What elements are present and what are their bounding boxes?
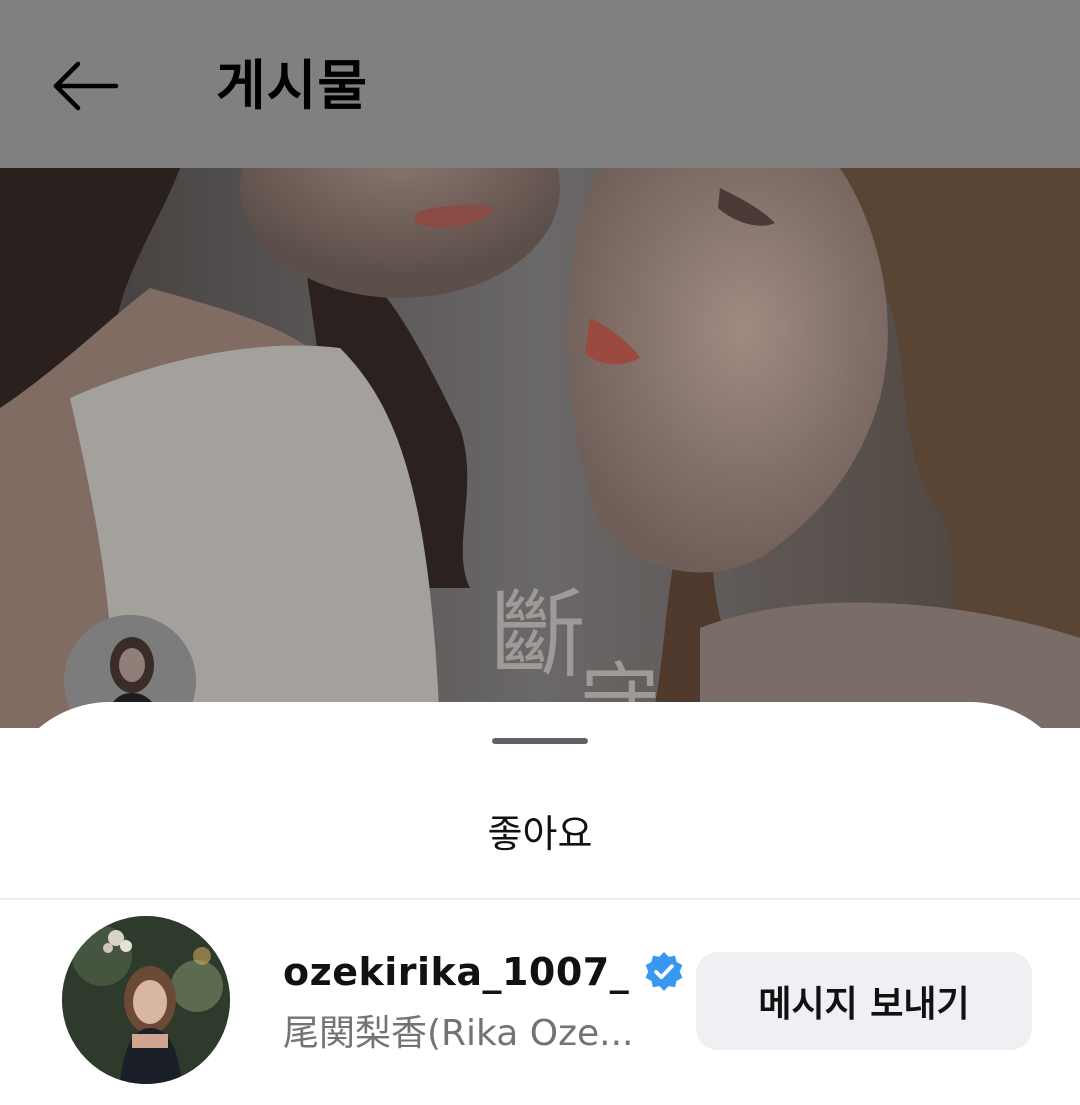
username-line: ozekirika_1007_ [283, 948, 685, 996]
overlay-title-text: 斷 [490, 579, 586, 691]
list-item[interactable]: ozekirika_1007_ 尾関梨香(Rika Oze... 메시지 보내기 [0, 916, 1080, 1086]
top-bar: 게시물 [0, 0, 1080, 168]
back-button[interactable] [40, 50, 130, 122]
arrow-left-icon [53, 61, 119, 111]
sheet-title: 좋아요 [487, 812, 593, 856]
username[interactable]: ozekirika_1007_ [283, 950, 629, 994]
full-name: 尾関梨香(Rika Oze... [283, 1013, 634, 1054]
page-title: 게시물 [216, 54, 369, 117]
avatar[interactable] [62, 916, 230, 1084]
send-message-button[interactable]: 메시지 보내기 [696, 952, 1032, 1050]
verified-badge-icon [645, 952, 683, 991]
divider [0, 898, 1080, 900]
likes-bottom-sheet: 좋아요 ozekirika_1007_ 尾関梨香(Rika Oze... 메시지… [0, 702, 1080, 1105]
sheet-drag-handle[interactable] [492, 738, 588, 744]
